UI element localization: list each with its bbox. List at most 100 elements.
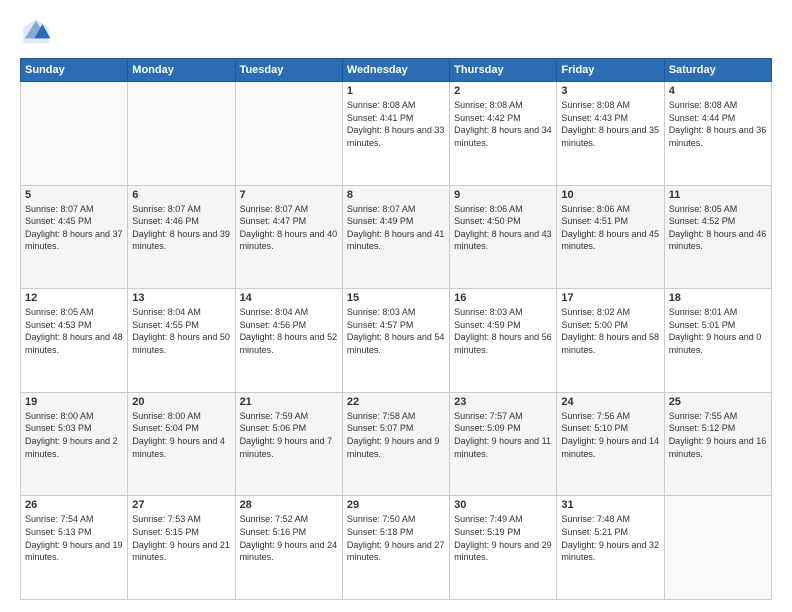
weekday-header: Thursday bbox=[450, 59, 557, 82]
day-info: Sunrise: 8:08 AMSunset: 4:44 PMDaylight:… bbox=[669, 99, 767, 149]
day-info: Sunrise: 8:03 AMSunset: 4:57 PMDaylight:… bbox=[347, 306, 445, 356]
calendar-cell: 26 Sunrise: 7:54 AMSunset: 5:13 PMDayligh… bbox=[21, 496, 128, 600]
calendar: SundayMondayTuesdayWednesdayThursdayFrid… bbox=[20, 58, 772, 600]
day-number: 4 bbox=[669, 85, 767, 97]
day-info: Sunrise: 7:49 AMSunset: 5:19 PMDaylight:… bbox=[454, 513, 552, 563]
calendar-cell: 30Sunrise: 7:49 AMSunset: 5:19 PMDayligh… bbox=[450, 496, 557, 600]
weekday-header: Friday bbox=[557, 59, 664, 82]
calendar-cell: 22 Sunrise: 7:58 AMSunset: 5:07 PMDayligh… bbox=[342, 392, 449, 496]
day-info: Sunrise: 8:01 AMSunset: 5:01 PMDaylight:… bbox=[669, 306, 767, 356]
day-number: 25 bbox=[669, 396, 767, 408]
day-number: 9 bbox=[454, 189, 552, 201]
calendar-cell: 13Sunrise: 8:04 AMSunset: 4:55 PMDayligh… bbox=[128, 289, 235, 393]
day-number: 10 bbox=[561, 189, 659, 201]
day-info: Sunrise: 8:04 AMSunset: 4:56 PMDaylight:… bbox=[240, 306, 338, 356]
day-number: 21 bbox=[240, 396, 338, 408]
calendar-cell: 25Sunrise: 7:55 AMSunset: 5:12 PMDayligh… bbox=[664, 392, 771, 496]
calendar-cell: 7Sunrise: 8:07 AMSunset: 4:47 PMDaylight… bbox=[235, 185, 342, 289]
day-info: Sunrise: 7:48 AMSunset: 5:21 PMDaylight:… bbox=[561, 513, 659, 563]
calendar-cell: 4 Sunrise: 8:08 AMSunset: 4:44 PMDaylight… bbox=[664, 82, 771, 186]
day-info: Sunrise: 8:00 AMSunset: 5:03 PMDaylight:… bbox=[25, 410, 123, 460]
day-number: 2 bbox=[454, 85, 552, 97]
day-info: Sunrise: 7:58 AMSunset: 5:07 PMDaylight:… bbox=[347, 410, 445, 460]
day-info: Sunrise: 8:00 AMSunset: 5:04 PMDaylight:… bbox=[132, 410, 230, 460]
day-number: 28 bbox=[240, 499, 338, 511]
calendar-cell: 12 Sunrise: 8:05 AMSunset: 4:53 PMDayligh… bbox=[21, 289, 128, 393]
calendar-cell: 21 Sunrise: 7:59 AMSunset: 5:06 PMDayligh… bbox=[235, 392, 342, 496]
calendar-cell: 3Sunrise: 8:08 AMSunset: 4:43 PMDaylight… bbox=[557, 82, 664, 186]
day-number: 23 bbox=[454, 396, 552, 408]
day-number: 17 bbox=[561, 292, 659, 304]
day-number: 16 bbox=[454, 292, 552, 304]
page: SundayMondayTuesdayWednesdayThursdayFrid… bbox=[0, 0, 792, 612]
day-number: 18 bbox=[669, 292, 767, 304]
day-number: 20 bbox=[132, 396, 230, 408]
calendar-cell: 8 Sunrise: 8:07 AMSunset: 4:49 PMDaylight… bbox=[342, 185, 449, 289]
day-info: Sunrise: 7:56 AMSunset: 5:10 PMDaylight:… bbox=[561, 410, 659, 460]
weekday-header: Wednesday bbox=[342, 59, 449, 82]
weekday-header-row: SundayMondayTuesdayWednesdayThursdayFrid… bbox=[21, 59, 772, 82]
day-info: Sunrise: 7:54 AMSunset: 5:13 PMDaylight:… bbox=[25, 513, 123, 563]
day-number: 22 bbox=[347, 396, 445, 408]
header bbox=[20, 16, 772, 48]
day-info: Sunrise: 8:02 AMSunset: 5:00 PMDaylight:… bbox=[561, 306, 659, 356]
day-number: 31 bbox=[561, 499, 659, 511]
calendar-week-row: 19Sunrise: 8:00 AMSunset: 5:03 PMDayligh… bbox=[21, 392, 772, 496]
calendar-cell: 17 Sunrise: 8:02 AMSunset: 5:00 PMDayligh… bbox=[557, 289, 664, 393]
calendar-cell bbox=[21, 82, 128, 186]
calendar-week-row: 1 Sunrise: 8:08 AMSunset: 4:41 PMDaylight… bbox=[21, 82, 772, 186]
calendar-cell: 14Sunrise: 8:04 AMSunset: 4:56 PMDayligh… bbox=[235, 289, 342, 393]
calendar-cell: 16 Sunrise: 8:03 AMSunset: 4:59 PMDayligh… bbox=[450, 289, 557, 393]
day-number: 27 bbox=[132, 499, 230, 511]
day-number: 12 bbox=[25, 292, 123, 304]
calendar-cell: 5 Sunrise: 8:07 AMSunset: 4:45 PMDaylight… bbox=[21, 185, 128, 289]
day-number: 1 bbox=[347, 85, 445, 97]
calendar-cell: 11 Sunrise: 8:05 AMSunset: 4:52 PMDayligh… bbox=[664, 185, 771, 289]
calendar-cell: 9 Sunrise: 8:06 AMSunset: 4:50 PMDaylight… bbox=[450, 185, 557, 289]
calendar-cell bbox=[235, 82, 342, 186]
day-info: Sunrise: 8:07 AMSunset: 4:46 PMDaylight:… bbox=[132, 203, 230, 253]
day-number: 24 bbox=[561, 396, 659, 408]
calendar-cell bbox=[664, 496, 771, 600]
calendar-cell: 6Sunrise: 8:07 AMSunset: 4:46 PMDaylight… bbox=[128, 185, 235, 289]
logo bbox=[20, 16, 56, 48]
calendar-week-row: 5 Sunrise: 8:07 AMSunset: 4:45 PMDaylight… bbox=[21, 185, 772, 289]
day-info: Sunrise: 8:07 AMSunset: 4:45 PMDaylight:… bbox=[25, 203, 123, 253]
day-info: Sunrise: 8:06 AMSunset: 4:51 PMDaylight:… bbox=[561, 203, 659, 253]
day-info: Sunrise: 7:59 AMSunset: 5:06 PMDaylight:… bbox=[240, 410, 338, 460]
calendar-cell: 10 Sunrise: 8:06 AMSunset: 4:51 PMDayligh… bbox=[557, 185, 664, 289]
day-info: Sunrise: 8:05 AMSunset: 4:53 PMDaylight:… bbox=[25, 306, 123, 356]
day-number: 5 bbox=[25, 189, 123, 201]
weekday-header: Saturday bbox=[664, 59, 771, 82]
calendar-cell: 24 Sunrise: 7:56 AMSunset: 5:10 PMDayligh… bbox=[557, 392, 664, 496]
calendar-cell: 20 Sunrise: 8:00 AMSunset: 5:04 PMDayligh… bbox=[128, 392, 235, 496]
day-number: 15 bbox=[347, 292, 445, 304]
day-info: Sunrise: 7:50 AMSunset: 5:18 PMDaylight:… bbox=[347, 513, 445, 563]
day-info: Sunrise: 8:03 AMSunset: 4:59 PMDaylight:… bbox=[454, 306, 552, 356]
day-info: Sunrise: 8:08 AMSunset: 4:41 PMDaylight:… bbox=[347, 99, 445, 149]
day-number: 26 bbox=[25, 499, 123, 511]
calendar-week-row: 26 Sunrise: 7:54 AMSunset: 5:13 PMDayligh… bbox=[21, 496, 772, 600]
day-info: Sunrise: 8:08 AMSunset: 4:42 PMDaylight:… bbox=[454, 99, 552, 149]
calendar-cell: 27 Sunrise: 7:53 AMSunset: 5:15 PMDayligh… bbox=[128, 496, 235, 600]
day-info: Sunrise: 8:05 AMSunset: 4:52 PMDaylight:… bbox=[669, 203, 767, 253]
day-info: Sunrise: 7:52 AMSunset: 5:16 PMDaylight:… bbox=[240, 513, 338, 563]
weekday-header: Sunday bbox=[21, 59, 128, 82]
day-number: 11 bbox=[669, 189, 767, 201]
day-info: Sunrise: 8:07 AMSunset: 4:49 PMDaylight:… bbox=[347, 203, 445, 253]
weekday-header: Monday bbox=[128, 59, 235, 82]
day-info: Sunrise: 8:04 AMSunset: 4:55 PMDaylight:… bbox=[132, 306, 230, 356]
calendar-cell: 1 Sunrise: 8:08 AMSunset: 4:41 PMDaylight… bbox=[342, 82, 449, 186]
day-number: 8 bbox=[347, 189, 445, 201]
day-number: 7 bbox=[240, 189, 338, 201]
calendar-week-row: 12 Sunrise: 8:05 AMSunset: 4:53 PMDayligh… bbox=[21, 289, 772, 393]
calendar-cell: 18 Sunrise: 8:01 AMSunset: 5:01 PMDayligh… bbox=[664, 289, 771, 393]
calendar-cell: 28 Sunrise: 7:52 AMSunset: 5:16 PMDayligh… bbox=[235, 496, 342, 600]
calendar-cell: 2 Sunrise: 8:08 AMSunset: 4:42 PMDaylight… bbox=[450, 82, 557, 186]
weekday-header: Tuesday bbox=[235, 59, 342, 82]
day-info: Sunrise: 8:06 AMSunset: 4:50 PMDaylight:… bbox=[454, 203, 552, 253]
day-info: Sunrise: 7:57 AMSunset: 5:09 PMDaylight:… bbox=[454, 410, 552, 460]
calendar-cell: 15 Sunrise: 8:03 AMSunset: 4:57 PMDayligh… bbox=[342, 289, 449, 393]
day-info: Sunrise: 7:53 AMSunset: 5:15 PMDaylight:… bbox=[132, 513, 230, 563]
day-number: 29 bbox=[347, 499, 445, 511]
